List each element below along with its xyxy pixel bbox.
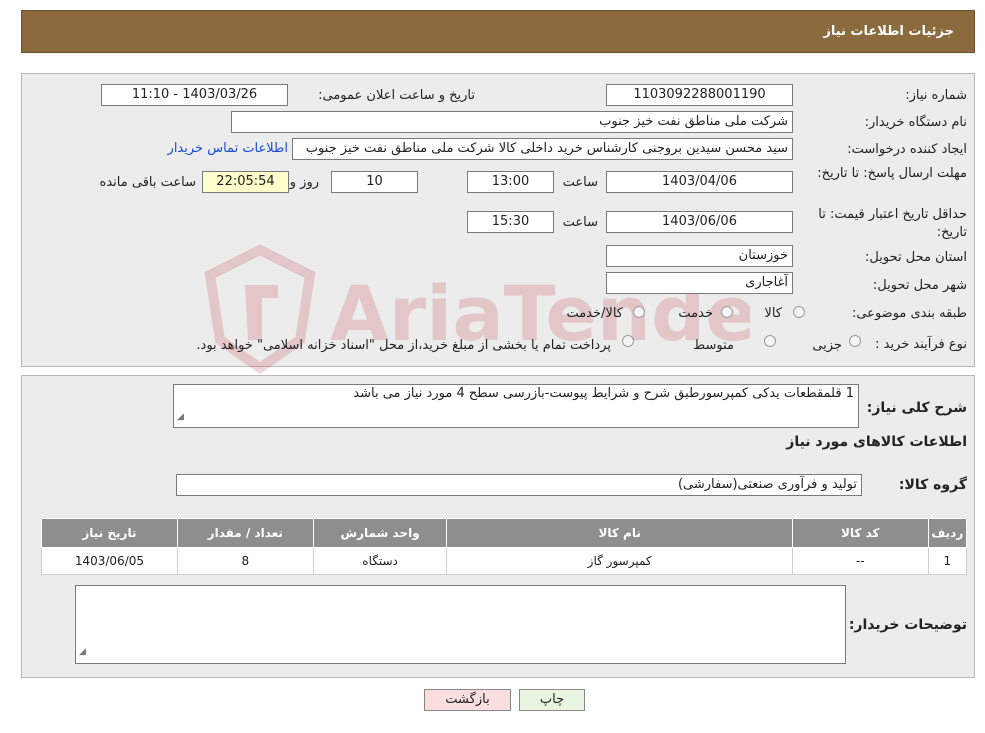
announce-date-label: تاریخ و ساعت اعلان عمومی: <box>318 88 475 103</box>
province-field: خوزستان <box>606 245 793 267</box>
cell-code: -- <box>791 547 929 575</box>
category-option-goods: کالا <box>764 306 782 321</box>
days-label: روز و <box>289 175 319 190</box>
need-number-label: شماره نیاز: <box>905 88 967 103</box>
process-treasury-note: پرداخت تمام یا بخشی از مبلغ خرید،از محل … <box>196 338 611 353</box>
process-radio-medium[interactable] <box>764 335 776 347</box>
table-row: 1 -- کمپرسور گاز دستگاه 8 1403/06/05 <box>41 547 968 575</box>
remaining-time-field: 22:05:54 <box>202 171 289 193</box>
category-label: طبقه بندی موضوعی: <box>851 306 967 321</box>
col-quantity-header: تعداد / مقدار <box>176 518 314 548</box>
category-radio-service[interactable] <box>721 306 733 318</box>
resize-handle-icon[interactable]: ◢ <box>177 408 184 426</box>
col-row-header: ردیف <box>927 518 968 548</box>
category-option-service: خدمت <box>678 306 713 321</box>
validity-date-field: 1403/06/06 <box>606 211 793 233</box>
cell-name: کمپرسور گاز <box>446 547 793 575</box>
cell-quantity: 8 <box>176 547 314 575</box>
summary-label: شرح کلی نیاز: <box>866 400 967 416</box>
validity-time-label: ساعت <box>562 215 598 230</box>
deadline-label: مهلت ارسال پاسخ: تا تاریخ: <box>817 166 967 181</box>
category-radio-goods[interactable] <box>793 306 805 318</box>
goods-table: ردیف کد کالا نام کالا واحد شمارش تعداد /… <box>41 518 968 575</box>
buyer-field: شرکت ملی مناطق نفت خیز جنوب <box>231 111 793 133</box>
remaining-label: ساعت باقی مانده <box>99 175 196 190</box>
cell-row: 1 <box>927 547 968 575</box>
category-option-goods-service: کالا/خدمت <box>566 306 623 321</box>
validity-label: حداقل تاریخ اعتبار قیمت: تا تاریخ: <box>818 207 967 240</box>
creator-label: ایجاد کننده درخواست: <box>847 142 967 157</box>
buyer-label: نام دستگاه خریدار: <box>864 115 967 130</box>
process-option-minor: جزیی <box>812 338 842 353</box>
col-date-header: تاریخ نیاز <box>41 518 178 548</box>
goods-table-header-row: ردیف کد کالا نام کالا واحد شمارش تعداد /… <box>41 518 968 548</box>
cell-unit: دستگاه <box>312 547 448 575</box>
deadline-date-field: 1403/04/06 <box>606 171 793 193</box>
back-button[interactable]: بازگشت <box>424 689 511 711</box>
goods-group-field: تولید و فرآوری صنعتی(سفارشی) <box>176 474 862 496</box>
announce-date-field: 1403/03/26 - 11:10 <box>101 84 288 106</box>
creator-field: سید محسن سیدین بروجنی کارشناس خرید داخلی… <box>292 138 793 160</box>
summary-text: 1 قلمقطعات یدکی کمپرسورطبق شرح و شرایط پ… <box>353 386 854 401</box>
process-option-medium: متوسط <box>693 338 734 353</box>
city-label: شهر محل تحویل: <box>872 278 967 293</box>
buyer-notes-field: ◢ <box>75 585 846 664</box>
print-button[interactable]: چاپ <box>519 689 585 711</box>
summary-field: 1 قلمقطعات یدکی کمپرسورطبق شرح و شرایط پ… <box>173 384 859 428</box>
page-header: جزئیات اطلاعات نیاز <box>21 10 975 53</box>
days-field: 10 <box>331 171 418 193</box>
page-title: جزئیات اطلاعات نیاز <box>823 24 954 39</box>
process-type-label: نوع فرآیند خرید : <box>875 337 967 352</box>
process-radio-minor[interactable] <box>849 335 861 347</box>
buyer-notes-label: توضیحات خریدار: <box>848 617 967 633</box>
province-label: استان محل تحویل: <box>865 250 967 265</box>
validity-time-field: 15:30 <box>467 211 554 233</box>
resize-handle-icon[interactable]: ◢ <box>79 642 86 662</box>
city-field: آغاجاری <box>606 272 793 294</box>
buyer-contact-link[interactable]: اطلاعات تماس خریدار <box>168 141 288 156</box>
col-unit-header: واحد شمارش <box>312 518 448 548</box>
deadline-time-field: 13:00 <box>467 171 554 193</box>
process-radio-treasury[interactable] <box>622 335 634 347</box>
col-code-header: کد کالا <box>791 518 929 548</box>
category-radio-goods-service[interactable] <box>633 306 645 318</box>
goods-group-label: گروه کالا: <box>898 477 967 493</box>
need-number-field: 1103092288001190 <box>606 84 793 106</box>
cell-date: 1403/06/05 <box>41 547 178 575</box>
goods-info-title: اطلاعات کالاهای مورد نیاز <box>786 434 967 450</box>
deadline-time-label: ساعت <box>562 175 598 190</box>
col-name-header: نام کالا <box>446 518 793 548</box>
